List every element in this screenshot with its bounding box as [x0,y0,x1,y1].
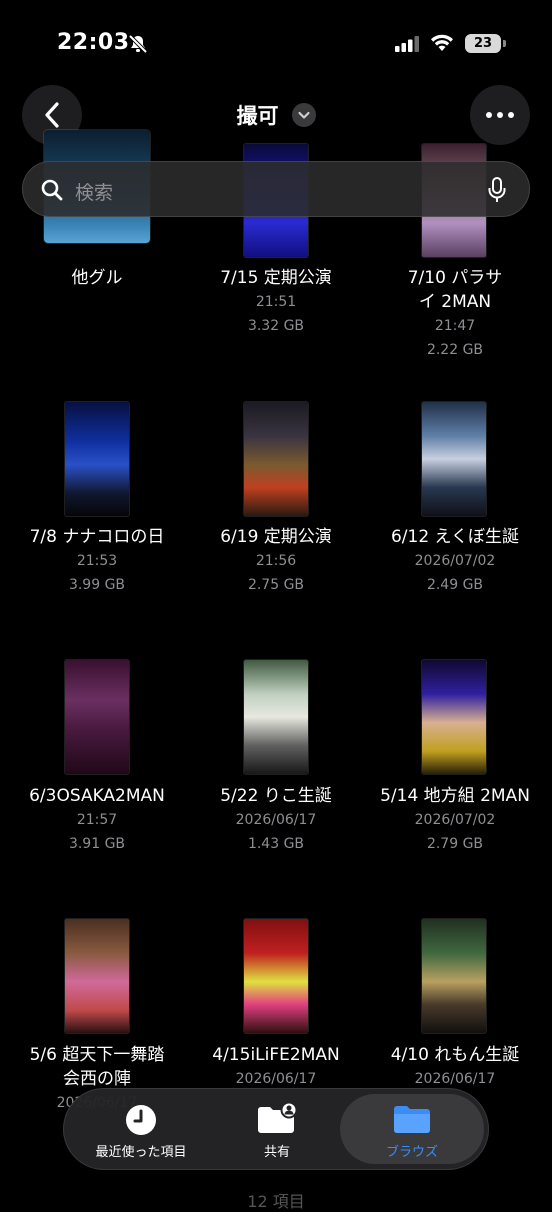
item-name: 4/15iLiFE2MAN [212,1045,340,1065]
item-name: 5/22 りこ生誕 [220,786,332,806]
page-title: 撮可 [236,104,279,128]
grid-item[interactable]: 他グル [5,266,189,290]
item-date: 21:53 [76,553,118,569]
video-thumbnail[interactable] [243,918,309,1034]
microphone-icon[interactable] [487,176,507,204]
item-count: 12 項目 [247,1192,305,1211]
status-bar: 22:03 23 [0,0,552,90]
grid-item[interactable]: 4/10 れもん生誕 2026/06/17 [363,1043,547,1091]
grid-item[interactable]: 7/10 パラサイ 2MAN 21:47 2.22 GB [363,266,547,362]
shared-folder-icon [258,1102,298,1133]
cellular-signal-icon [395,36,419,52]
item-name: 5/6 超天下一舞踏 会西の陣 [29,1045,165,1089]
grid-item[interactable]: 6/12 えくぼ生誕 2026/07/02 2.49 GB [363,525,547,597]
item-date: 2026/07/02 [414,553,496,569]
grid-item[interactable]: 7/8 ナナコロの日 21:53 3.99 GB [5,525,189,597]
video-thumbnail[interactable] [421,401,487,517]
item-date: 2026/07/02 [414,812,496,828]
item-size: 3.99 GB [68,577,126,593]
item-name: 7/10 パラサイ 2MAN [407,268,503,312]
item-name: 5/14 地方組 2MAN [380,786,530,806]
video-thumbnail[interactable] [421,918,487,1034]
item-size: 3.32 GB [247,318,305,334]
tab-browse[interactable]: ブラウズ [340,1089,484,1169]
item-name: 7/8 ナナコロの日 [29,527,165,547]
tab-label: 共有 [263,1145,290,1160]
search-input[interactable]: 検索 [75,178,113,205]
video-thumbnail[interactable] [64,659,130,775]
item-size: 1.43 GB [247,836,305,852]
grid-item[interactable]: 5/14 地方組 2MAN 2026/07/02 2.79 GB [363,784,547,856]
item-size: 2.49 GB [426,577,484,593]
item-date: 21:57 [76,812,118,828]
grid-item[interactable]: 5/22 りこ生誕 2026/06/17 1.43 GB [184,784,368,856]
video-thumbnail[interactable] [243,401,309,517]
chevron-down-icon [291,103,316,127]
item-date: 21:56 [255,553,297,569]
grid-item[interactable]: 7/15 定期公演 21:51 3.32 GB [184,266,368,338]
item-name: 他グル [71,268,123,288]
item-name: 6/19 定期公演 [220,527,332,547]
video-thumbnail[interactable] [421,659,487,775]
status-time: 22:03 [57,30,130,55]
battery-tip [503,40,506,47]
item-name: 4/10 れもん生誕 [390,1045,520,1065]
item-size: 2.75 GB [247,577,305,593]
battery-level: 23 [465,34,501,53]
tab-label: 最近使った項目 [95,1145,187,1160]
folder-icon [394,1106,430,1133]
ellipsis-icon [486,112,514,118]
grid-item[interactable]: 4/15iLiFE2MAN 2026/06/17 [184,1043,368,1091]
tab-shared[interactable]: 共有 [216,1089,338,1169]
item-name: 6/3OSAKA2MAN [29,786,165,806]
tab-label: ブラウズ [385,1145,438,1160]
item-date: 2026/06/17 [235,812,317,828]
video-thumbnail[interactable] [243,659,309,775]
item-name: 7/15 定期公演 [220,268,332,288]
tab-recents[interactable]: 最近使った項目 [66,1089,216,1169]
item-date: 21:47 [434,318,476,334]
bell-muted-icon [128,34,148,54]
clock-icon [126,1105,156,1135]
grid-item[interactable]: 6/3OSAKA2MAN 21:57 3.91 GB [5,784,189,856]
item-name: 6/12 えくぼ生誕 [390,527,520,547]
video-thumbnail[interactable] [64,918,130,1034]
video-thumbnail[interactable] [64,401,130,517]
search-bar[interactable]: 検索 [22,161,530,217]
tab-bar: 最近使った項目 共有 ブラウズ [63,1088,489,1170]
wifi-icon [431,34,453,51]
item-size: 3.91 GB [68,836,126,852]
item-date: 21:51 [255,294,297,310]
item-size: 2.79 GB [426,836,484,852]
search-icon [41,179,63,201]
grid-item[interactable]: 6/19 定期公演 21:56 2.75 GB [184,525,368,597]
item-size: 2.22 GB [426,342,484,358]
more-options-button[interactable] [470,85,530,145]
